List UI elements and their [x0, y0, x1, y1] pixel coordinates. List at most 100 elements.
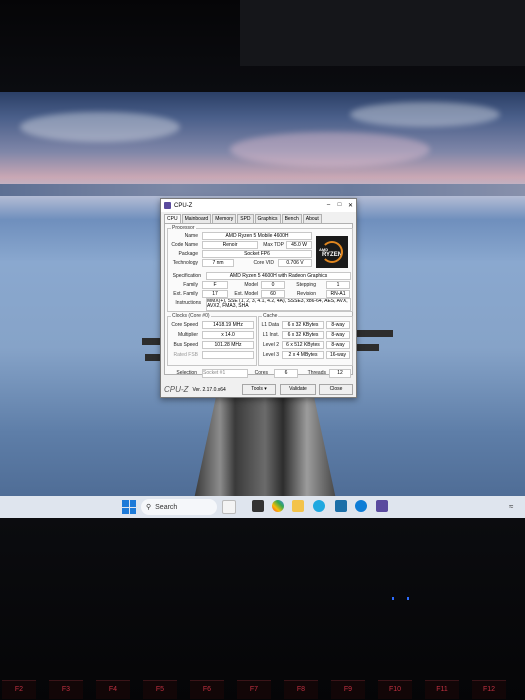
- level2-size: 6 x 512 KBytes: [282, 341, 324, 349]
- f4-key[interactable]: F4: [96, 680, 130, 699]
- f11-key[interactable]: F11: [425, 680, 459, 699]
- amd-ryzen-logo: AMD RYZEN: [316, 236, 348, 268]
- core-speed-label: Core Speed: [171, 322, 198, 328]
- f10-key[interactable]: F10: [378, 680, 412, 699]
- threads-value: 12: [329, 369, 351, 378]
- f3-key[interactable]: F3: [49, 680, 83, 699]
- l1-data-size: 6 x 32 KBytes: [282, 321, 324, 329]
- cache-group: Cache L1 Data 6 x 32 KBytes 8-way L1 Ins…: [258, 313, 353, 366]
- tab-bench[interactable]: Bench: [281, 214, 302, 223]
- technology-label: Technology: [172, 260, 198, 266]
- clocks-group: Clocks (Core #0) Core Speed 1418.19 MHz …: [167, 313, 257, 366]
- edge-icon[interactable]: [313, 500, 325, 512]
- validate-button[interactable]: Validate: [280, 384, 316, 395]
- tab-mainboard[interactable]: Mainboard: [181, 214, 212, 223]
- l1-inst-way: 8-way: [326, 331, 350, 339]
- cloud: [20, 112, 180, 142]
- chrome-icon[interactable]: [272, 500, 284, 512]
- function-key-row: F2 F3 F4 F5 F6 F7 F8 F9 F10 F11 F12: [0, 676, 525, 700]
- f5-key[interactable]: F5: [143, 680, 177, 699]
- core-vid-label: Core VID: [253, 260, 274, 266]
- tools-label: Tools: [251, 386, 263, 392]
- wifi-icon[interactable]: ≈: [509, 502, 519, 512]
- revision-label: Revision: [296, 291, 316, 297]
- f6-key[interactable]: F6: [190, 680, 224, 699]
- close-button[interactable]: Close: [319, 384, 353, 395]
- cloud: [230, 132, 430, 167]
- search-icon: ⚲: [146, 504, 152, 511]
- name-label: Name: [184, 233, 198, 239]
- core-vid-value: 0.706 V: [278, 259, 312, 267]
- cores-label: Cores: [254, 370, 268, 376]
- minimize-icon[interactable]: –: [323, 202, 334, 209]
- f8-key[interactable]: F8: [284, 680, 318, 699]
- ext-family-value: 17: [202, 290, 228, 298]
- package-value: Socket FP6: [202, 250, 312, 258]
- laptop-keyboard-deck: [0, 518, 525, 700]
- f2-key[interactable]: F2: [2, 680, 36, 699]
- windows-start-button[interactable]: [122, 500, 136, 514]
- ambient-background: [240, 0, 525, 66]
- footer: CPU-Z Ver. 2.17.0.x64 Tools ▾ Validate C…: [164, 384, 353, 395]
- widgets-icon[interactable]: [222, 500, 236, 514]
- name-value: AMD Ryzen 5 Mobile 4600H: [202, 232, 312, 240]
- pier-post: [355, 330, 393, 337]
- selection-label: Selection: [176, 370, 197, 376]
- mountain-horizon: [0, 184, 525, 196]
- taskbar-search[interactable]: ⚲ Search: [141, 499, 217, 515]
- pier-post: [142, 338, 162, 345]
- max-tdp-label: Max TDP: [263, 242, 284, 248]
- clocks-legend: Clocks (Core #0): [171, 313, 211, 319]
- tools-button[interactable]: Tools ▾: [242, 384, 276, 395]
- app-icon[interactable]: [355, 500, 367, 512]
- ext-model-label: Ext. Model: [234, 291, 258, 297]
- stepping-label: Stepping: [296, 282, 316, 288]
- max-tdp-value: 45.0 W: [286, 241, 312, 249]
- specification-value: AMD Ryzen 5 4600H with Radeon Graphics: [206, 272, 351, 280]
- close-icon[interactable]: ✕: [345, 202, 356, 209]
- tab-bar: CPU Mainboard Memory SPD Graphics Bench …: [161, 212, 356, 223]
- bus-speed-label: Bus Speed: [173, 342, 198, 348]
- f9-key[interactable]: F9: [331, 680, 365, 699]
- selection-row: Selection Socket #1 Cores 6 Threads 12: [164, 368, 352, 379]
- level3-size: 2 x 4 MBytes: [282, 351, 324, 359]
- task-view-icon[interactable]: [252, 500, 264, 512]
- tab-panel: Processor Name AMD Ryzen 5 Mobile 4600H …: [164, 223, 353, 375]
- laptop-top-bezel: [0, 0, 525, 92]
- cpuz-window: CPU-Z – □ ✕ CPU Mainboard Memory SPD Gra…: [160, 198, 357, 398]
- model-value: 0: [261, 281, 285, 289]
- family-value: F: [202, 281, 228, 289]
- specification-label: Specification: [172, 273, 201, 279]
- code-name-label: Code Name: [171, 242, 198, 248]
- level2-label: Level 2: [262, 342, 279, 348]
- level3-way: 16-way: [326, 351, 350, 359]
- cache-legend: Cache: [262, 313, 279, 319]
- tab-graphics[interactable]: Graphics: [254, 214, 281, 223]
- ext-model-value: 60: [261, 290, 285, 298]
- instructions-label: Instructions: [175, 300, 201, 306]
- cpuz-icon: [164, 202, 171, 209]
- window-title: CPU-Z: [174, 202, 193, 209]
- family-label: Family: [183, 282, 198, 288]
- tab-memory[interactable]: Memory: [212, 214, 237, 223]
- model-label: Model: [244, 282, 258, 288]
- multiplier-value: x 14.0: [202, 331, 254, 339]
- rated-fsb-label: Rated FSB: [173, 352, 198, 358]
- maximize-icon[interactable]: □: [334, 202, 345, 209]
- f7-key[interactable]: F7: [237, 680, 271, 699]
- cpuz-taskbar-icon[interactable]: [376, 500, 388, 512]
- level3-label: Level 3: [262, 352, 279, 358]
- processor-legend: Processor: [171, 225, 196, 231]
- tab-cpu[interactable]: CPU: [164, 214, 181, 223]
- f12-key[interactable]: F12: [472, 680, 506, 699]
- tab-about[interactable]: About: [302, 214, 322, 223]
- tab-spd[interactable]: SPD: [237, 214, 254, 223]
- file-explorer-icon[interactable]: [292, 500, 304, 512]
- l1-inst-label: L1 Inst.: [262, 332, 279, 338]
- cpuz-brand: CPU-Z: [164, 385, 189, 394]
- ext-family-label: Ext. Family: [173, 291, 198, 297]
- app-icon[interactable]: [335, 500, 347, 512]
- code-name-value: Renoir: [202, 241, 258, 249]
- instructions-value: MMX(+), SSE (1, 2, 3, 4.1, 4.2, 4A), SSS…: [206, 298, 351, 311]
- title-bar[interactable]: CPU-Z – □ ✕: [161, 199, 356, 212]
